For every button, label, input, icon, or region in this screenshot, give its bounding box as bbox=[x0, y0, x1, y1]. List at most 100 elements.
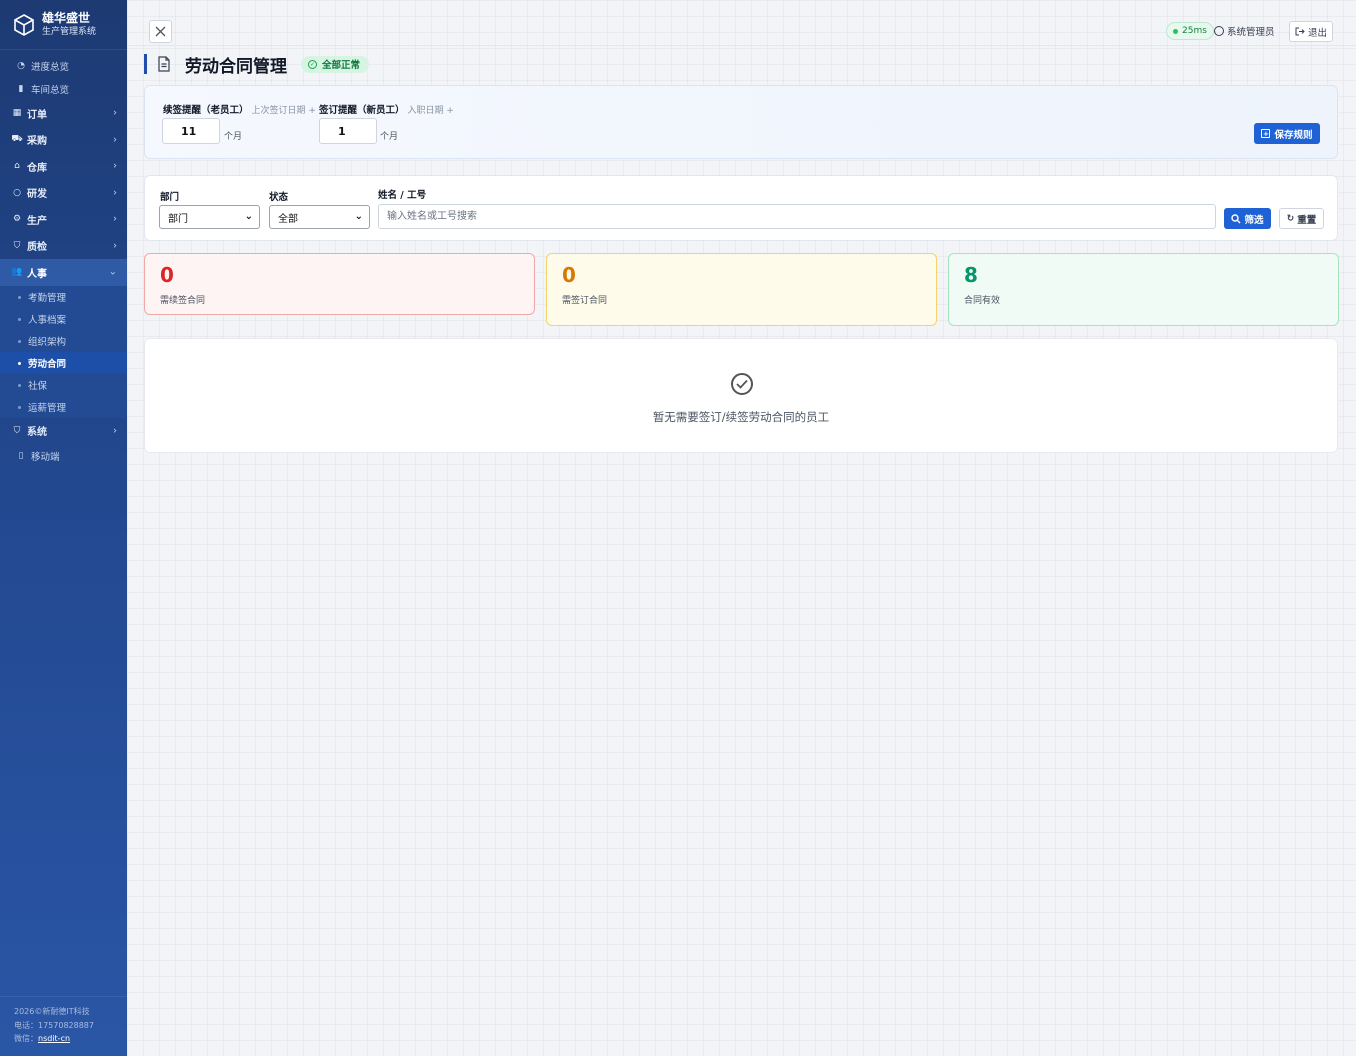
reset-button[interactable]: ↻ 重置 bbox=[1279, 208, 1324, 229]
sidebar-item-mobile[interactable]: ▯ 移动端 bbox=[0, 444, 127, 467]
sidebar-item-purchase[interactable]: ⛟ 采购 › bbox=[0, 127, 127, 154]
shield-icon: ⛉ bbox=[13, 425, 21, 436]
sign-months-input[interactable] bbox=[319, 118, 377, 144]
sign-unit: 个月 bbox=[380, 132, 399, 142]
dept-label: 部门 bbox=[160, 192, 180, 203]
sidebar-item-social-security[interactable]: 社保 bbox=[0, 374, 127, 396]
stat-need-sign[interactable]: 0 需签订合同 bbox=[546, 253, 937, 326]
user-menu[interactable]: 系统管理员 bbox=[1214, 24, 1275, 38]
logout-button[interactable]: 退出 bbox=[1289, 21, 1333, 42]
building-icon: ▮ bbox=[18, 83, 24, 94]
sidebar-footer: 2026©新耐德IT科技 电话：17570828887 微信：nsdit-cn bbox=[0, 996, 127, 1056]
sidebar-item-label: 研发 bbox=[27, 189, 47, 201]
wechat-text: 微信：nsdit-cn bbox=[14, 1032, 127, 1046]
sidebar-item-label: 订单 bbox=[27, 109, 47, 121]
sidebar-item-hr[interactable]: 👥 人事 ⌄ bbox=[0, 259, 127, 286]
bullet-icon bbox=[18, 339, 21, 343]
chevron-right-icon: › bbox=[113, 187, 117, 199]
user-name: 系统管理员 bbox=[1227, 27, 1275, 38]
sidebar-item-payroll[interactable]: 运薪管理 bbox=[0, 396, 127, 418]
wechat-link[interactable]: nsdit-cn bbox=[38, 1034, 70, 1043]
users-icon: 👥 bbox=[11, 267, 23, 278]
chevron-right-icon: › bbox=[113, 107, 117, 119]
status-select-value: 全部 bbox=[278, 213, 298, 225]
stat-valid[interactable]: 8 合同有效 bbox=[948, 253, 1339, 326]
stat-need-renew[interactable]: 0 需续签合同 bbox=[144, 253, 535, 315]
dept-select[interactable]: 部门 ⌄ bbox=[159, 205, 260, 229]
sign-label-text: 签订提醒（新员工） bbox=[319, 105, 405, 116]
logout-icon bbox=[1295, 27, 1305, 36]
renew-hint: 上次签订日期 + bbox=[251, 106, 316, 116]
hr-submenu: 考勤管理 人事档案 组织架构 劳动合同 社保 运薪管理 bbox=[0, 285, 127, 418]
bullet-icon bbox=[18, 317, 21, 321]
order-icon: ▦ bbox=[12, 108, 22, 119]
sidebar-item-warehouse[interactable]: ⌂ 仓库 › bbox=[0, 153, 127, 180]
sidebar-item-attendance[interactable]: 考勤管理 bbox=[0, 286, 127, 308]
copyright-text: 2026©新耐德IT科技 bbox=[14, 1007, 90, 1016]
sidebar-item-org-structure[interactable]: 组织架构 bbox=[0, 330, 127, 352]
check-circle-icon bbox=[731, 373, 753, 395]
close-button[interactable] bbox=[149, 20, 172, 43]
sidebar-item-rnd[interactable]: ○ 研发 › bbox=[0, 180, 127, 207]
status-dot-icon bbox=[1173, 28, 1178, 34]
brand-name: 雄华盛世 bbox=[42, 11, 91, 25]
stat-value: 8 bbox=[964, 263, 978, 287]
latency-text: 25ms bbox=[1182, 26, 1207, 36]
cube-logo-icon bbox=[14, 13, 34, 36]
chevron-down-icon: ⌄ bbox=[108, 266, 117, 278]
bullet-icon bbox=[18, 361, 21, 365]
title-accent-bar bbox=[144, 54, 147, 74]
main-content: 25ms 系统管理员 退出 劳动合同管理 ✓ 全部正常 续签提醒（老员工） 上次签… bbox=[127, 0, 1356, 1056]
filter-button[interactable]: 筛选 bbox=[1224, 208, 1271, 229]
check-circle-icon: ✓ bbox=[308, 59, 317, 69]
sidebar-item-label: 人事 bbox=[27, 268, 47, 280]
stat-caption: 需续签合同 bbox=[160, 296, 206, 306]
sidebar-item-quality[interactable]: ⛉ 质检 › bbox=[0, 233, 127, 260]
filter-button-label: 筛选 bbox=[1244, 214, 1264, 226]
renew-reminder-label: 续签提醒（老员工） 上次签订日期 + bbox=[163, 102, 316, 116]
sidebar-item-label: 人事档案 bbox=[28, 314, 67, 326]
chevron-right-icon: › bbox=[113, 425, 117, 437]
sidebar-item-label: 质检 bbox=[27, 242, 47, 254]
filter-panel: 部门 部门 ⌄ 状态 全部 ⌄ 姓名 / 工号 筛选 ↻ 重置 bbox=[144, 175, 1338, 241]
sidebar-item-label: 采购 bbox=[27, 136, 47, 148]
sidebar-item-orders[interactable]: ▦ 订单 › bbox=[0, 100, 127, 127]
sidebar-item-label: 车间总览 bbox=[31, 84, 70, 96]
stat-caption: 合同有效 bbox=[964, 296, 1001, 306]
chevron-right-icon: › bbox=[113, 160, 117, 172]
sidebar: 雄华盛世 生产管理系统 ◔ 进度总览 ▮ 车间总览 ▦ 订单 › ⛟ 采购 › … bbox=[0, 0, 127, 1056]
stat-value: 0 bbox=[160, 263, 174, 287]
bullet-icon bbox=[18, 405, 21, 409]
phone-text: 电话：17570828887 bbox=[14, 1020, 94, 1030]
renew-label-text: 续签提醒（老员工） bbox=[163, 105, 249, 116]
gear-icon: ⚙ bbox=[12, 214, 22, 225]
status-label: 状态 bbox=[269, 192, 289, 203]
sidebar-item-personnel-files[interactable]: 人事档案 bbox=[0, 308, 127, 330]
search-input[interactable] bbox=[378, 204, 1216, 229]
sidebar-item-production[interactable]: ⚙ 生产 › bbox=[0, 206, 127, 233]
stat-caption: 需签订合同 bbox=[562, 296, 608, 306]
sidebar-item-workshop[interactable]: ▮ 车间总览 bbox=[0, 77, 127, 100]
chevron-down-icon: ⌄ bbox=[354, 211, 363, 222]
status-select[interactable]: 全部 ⌄ bbox=[269, 205, 370, 229]
bullet-icon bbox=[18, 295, 21, 299]
chevron-right-icon: › bbox=[113, 134, 117, 146]
sidebar-item-progress[interactable]: ◔ 进度总览 bbox=[0, 54, 127, 77]
sidebar-item-label: 社保 bbox=[28, 380, 48, 392]
page-title: 劳动合同管理 bbox=[185, 56, 287, 77]
sidebar-item-label: 移动端 bbox=[31, 451, 60, 463]
logout-label: 退出 bbox=[1307, 27, 1327, 39]
status-badge: ✓ 全部正常 bbox=[301, 55, 370, 73]
sidebar-item-labor-contract[interactable]: 劳动合同 bbox=[0, 351, 127, 374]
sidebar-item-system[interactable]: ⛉ 系统 › bbox=[0, 418, 127, 445]
reset-button-label: 重置 bbox=[1297, 214, 1317, 226]
document-icon bbox=[158, 56, 170, 72]
page-header: 劳动合同管理 ✓ 全部正常 bbox=[144, 53, 370, 77]
user-icon bbox=[1214, 26, 1224, 36]
dashboard-icon: ◔ bbox=[17, 60, 25, 71]
renew-months-input[interactable] bbox=[162, 118, 220, 144]
save-rules-button[interactable]: + 保存规则 bbox=[1254, 123, 1320, 144]
latency-badge: 25ms bbox=[1166, 22, 1214, 40]
topbar: 25ms 系统管理员 退出 bbox=[127, 0, 1356, 46]
chevron-right-icon: › bbox=[113, 240, 117, 252]
